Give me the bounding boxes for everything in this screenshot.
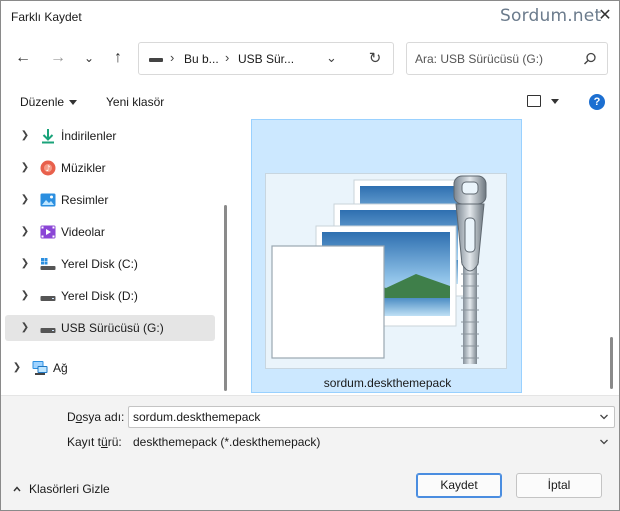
pictures-icon — [40, 193, 56, 207]
videos-icon — [40, 225, 56, 239]
filename-label-part: D — [67, 410, 76, 424]
filename-label: Dosya adı: — [67, 410, 124, 424]
breadcrumb-separator-icon: › — [225, 50, 230, 65]
sidebar-item-music[interactable]: ❯ ♪ Müzikler — [5, 155, 215, 181]
filetype-label-accesskey: ü — [101, 435, 108, 449]
expand-chevron-icon[interactable]: ❯ — [19, 290, 31, 302]
download-icon — [42, 129, 54, 144]
save-form: Dosya adı: sordum.deskthemepack Kayıt tü… — [1, 395, 619, 459]
close-icon[interactable]: ✕ — [595, 5, 615, 27]
filetype-value: deskthemepack (*.deskthemepack) — [133, 435, 321, 449]
expand-chevron-icon[interactable]: ❯ — [19, 226, 31, 238]
windows-drive-icon — [40, 258, 56, 270]
deskthemepack-icon — [265, 173, 507, 369]
file-name-label: sordum.deskthemepack — [323, 376, 452, 390]
filename-label-part: sya adı: — [82, 410, 125, 424]
filename-value: sordum.deskthemepack — [133, 410, 261, 424]
sidebar-item-videos[interactable]: ❯ Videolar — [5, 219, 215, 245]
sidebar-item-usb-drive-g[interactable]: ❯ USB Sürücüsü (G:) — [5, 315, 215, 341]
expand-chevron-icon[interactable]: ❯ — [19, 130, 31, 142]
expand-chevron-icon[interactable]: ❯ — [19, 258, 31, 270]
breadcrumb-usb-drive[interactable]: USB Sür... — [238, 52, 294, 66]
chevron-up-icon — [13, 486, 21, 492]
save-as-dialog: Farklı Kaydet Sordum.net ✕ ← → ⌄ ↑ › Bu … — [0, 0, 620, 511]
sidebar-item-label: Resimler — [61, 193, 109, 207]
hide-folders-label: Klasörleri Gizle — [29, 482, 110, 496]
sidebar-item-label: Videolar — [61, 225, 105, 239]
file-item[interactable]: sordum.deskthemepack — [251, 119, 522, 393]
save-button[interactable]: Kaydet — [416, 473, 502, 498]
filetype-select[interactable]: deskthemepack (*.deskthemepack) — [128, 431, 615, 453]
organize-button[interactable]: Düzenle — [20, 95, 78, 109]
filetype-label: Kayıt türü: — [67, 435, 122, 449]
view-mode-icon[interactable] — [527, 95, 541, 107]
organize-label: Düzenle — [20, 95, 65, 109]
sidebar-item-label: USB Sürücüsü (G:) — [61, 321, 164, 335]
drive-icon — [40, 296, 56, 301]
recent-locations-chevron-icon[interactable]: ⌄ — [78, 47, 100, 69]
network-icon — [32, 361, 48, 375]
usb-drive-icon — [149, 58, 163, 62]
sidebar-item-network[interactable]: ❯ Ağ — [5, 355, 215, 381]
sidebar-item-label: Yerel Disk (D:) — [61, 289, 138, 303]
search-icon[interactable] — [583, 52, 597, 66]
navigation-bar: ← → ⌄ ↑ › Bu b... › USB Sür... ⌄ ↻ — [1, 33, 619, 85]
sidebar-item-label: Müzikler — [61, 161, 106, 175]
navigation-pane-scrollbar[interactable] — [224, 205, 227, 391]
music-icon: ♪ — [40, 160, 56, 176]
usb-drive-icon — [40, 328, 56, 333]
breadcrumb-separator-icon: › — [170, 50, 175, 65]
breadcrumb-dropdown-icon[interactable]: ⌄ — [326, 50, 337, 66]
sidebar-item-label: Ağ — [53, 361, 68, 375]
expand-chevron-icon[interactable]: ❯ — [19, 194, 31, 206]
title-bar: Farklı Kaydet Sordum.net ✕ — [1, 1, 619, 33]
back-arrow-icon[interactable]: ← — [12, 47, 34, 69]
expand-chevron-icon[interactable]: ❯ — [11, 362, 23, 374]
file-list: sordum.deskthemepack — [233, 119, 619, 395]
hide-folders-button[interactable]: Klasörleri Gizle — [13, 482, 110, 496]
filename-field[interactable]: sordum.deskthemepack — [128, 406, 615, 428]
search-box[interactable] — [406, 42, 608, 75]
content-scrollbar[interactable] — [610, 337, 613, 389]
filetype-label-part: rü: — [107, 435, 122, 449]
window-title: Farklı Kaydet — [11, 10, 82, 24]
chevron-down-icon[interactable] — [599, 412, 609, 422]
sidebar-item-local-disk-c[interactable]: ❯ Yerel Disk (C:) — [5, 251, 215, 277]
watermark: Sordum.net — [500, 6, 602, 26]
new-folder-button[interactable]: Yeni klasör — [106, 95, 164, 109]
command-bar: Düzenle Yeni klasör ? — [1, 85, 619, 119]
chevron-down-icon[interactable] — [599, 437, 609, 447]
sidebar-item-downloads[interactable]: ❯ İndirilenler — [5, 123, 215, 149]
sidebar-item-local-disk-d[interactable]: ❯ Yerel Disk (D:) — [5, 283, 215, 309]
sidebar-item-label: Yerel Disk (C:) — [61, 257, 138, 271]
help-icon[interactable]: ? — [589, 94, 605, 110]
sidebar-item-label: İndirilenler — [61, 129, 117, 143]
address-bar[interactable]: › Bu b... › USB Sür... ⌄ ↻ — [138, 42, 394, 75]
cancel-button[interactable]: İptal — [516, 473, 602, 498]
chevron-down-icon — [69, 100, 78, 106]
breadcrumb-this-pc[interactable]: Bu b... — [184, 52, 219, 66]
sidebar-item-pictures[interactable]: ❯ Resimler — [5, 187, 215, 213]
expand-chevron-icon[interactable]: ❯ — [19, 322, 31, 334]
forward-arrow-icon[interactable]: → — [47, 47, 69, 69]
filetype-label-part: Kayıt t — [67, 435, 102, 449]
dialog-footer: Klasörleri Gizle Kaydet İptal — [1, 459, 619, 510]
view-options-chevron-icon[interactable] — [551, 99, 559, 104]
svg-text:♪: ♪ — [45, 164, 50, 173]
refresh-icon[interactable]: ↻ — [365, 49, 385, 69]
search-input[interactable] — [415, 51, 575, 67]
expand-chevron-icon[interactable]: ❯ — [19, 162, 31, 174]
navigation-pane: ❯ İndirilenler ❯ ♪ Müzikler ❯ Resimler ❯… — [1, 119, 233, 395]
up-arrow-icon[interactable]: ↑ — [107, 47, 129, 69]
